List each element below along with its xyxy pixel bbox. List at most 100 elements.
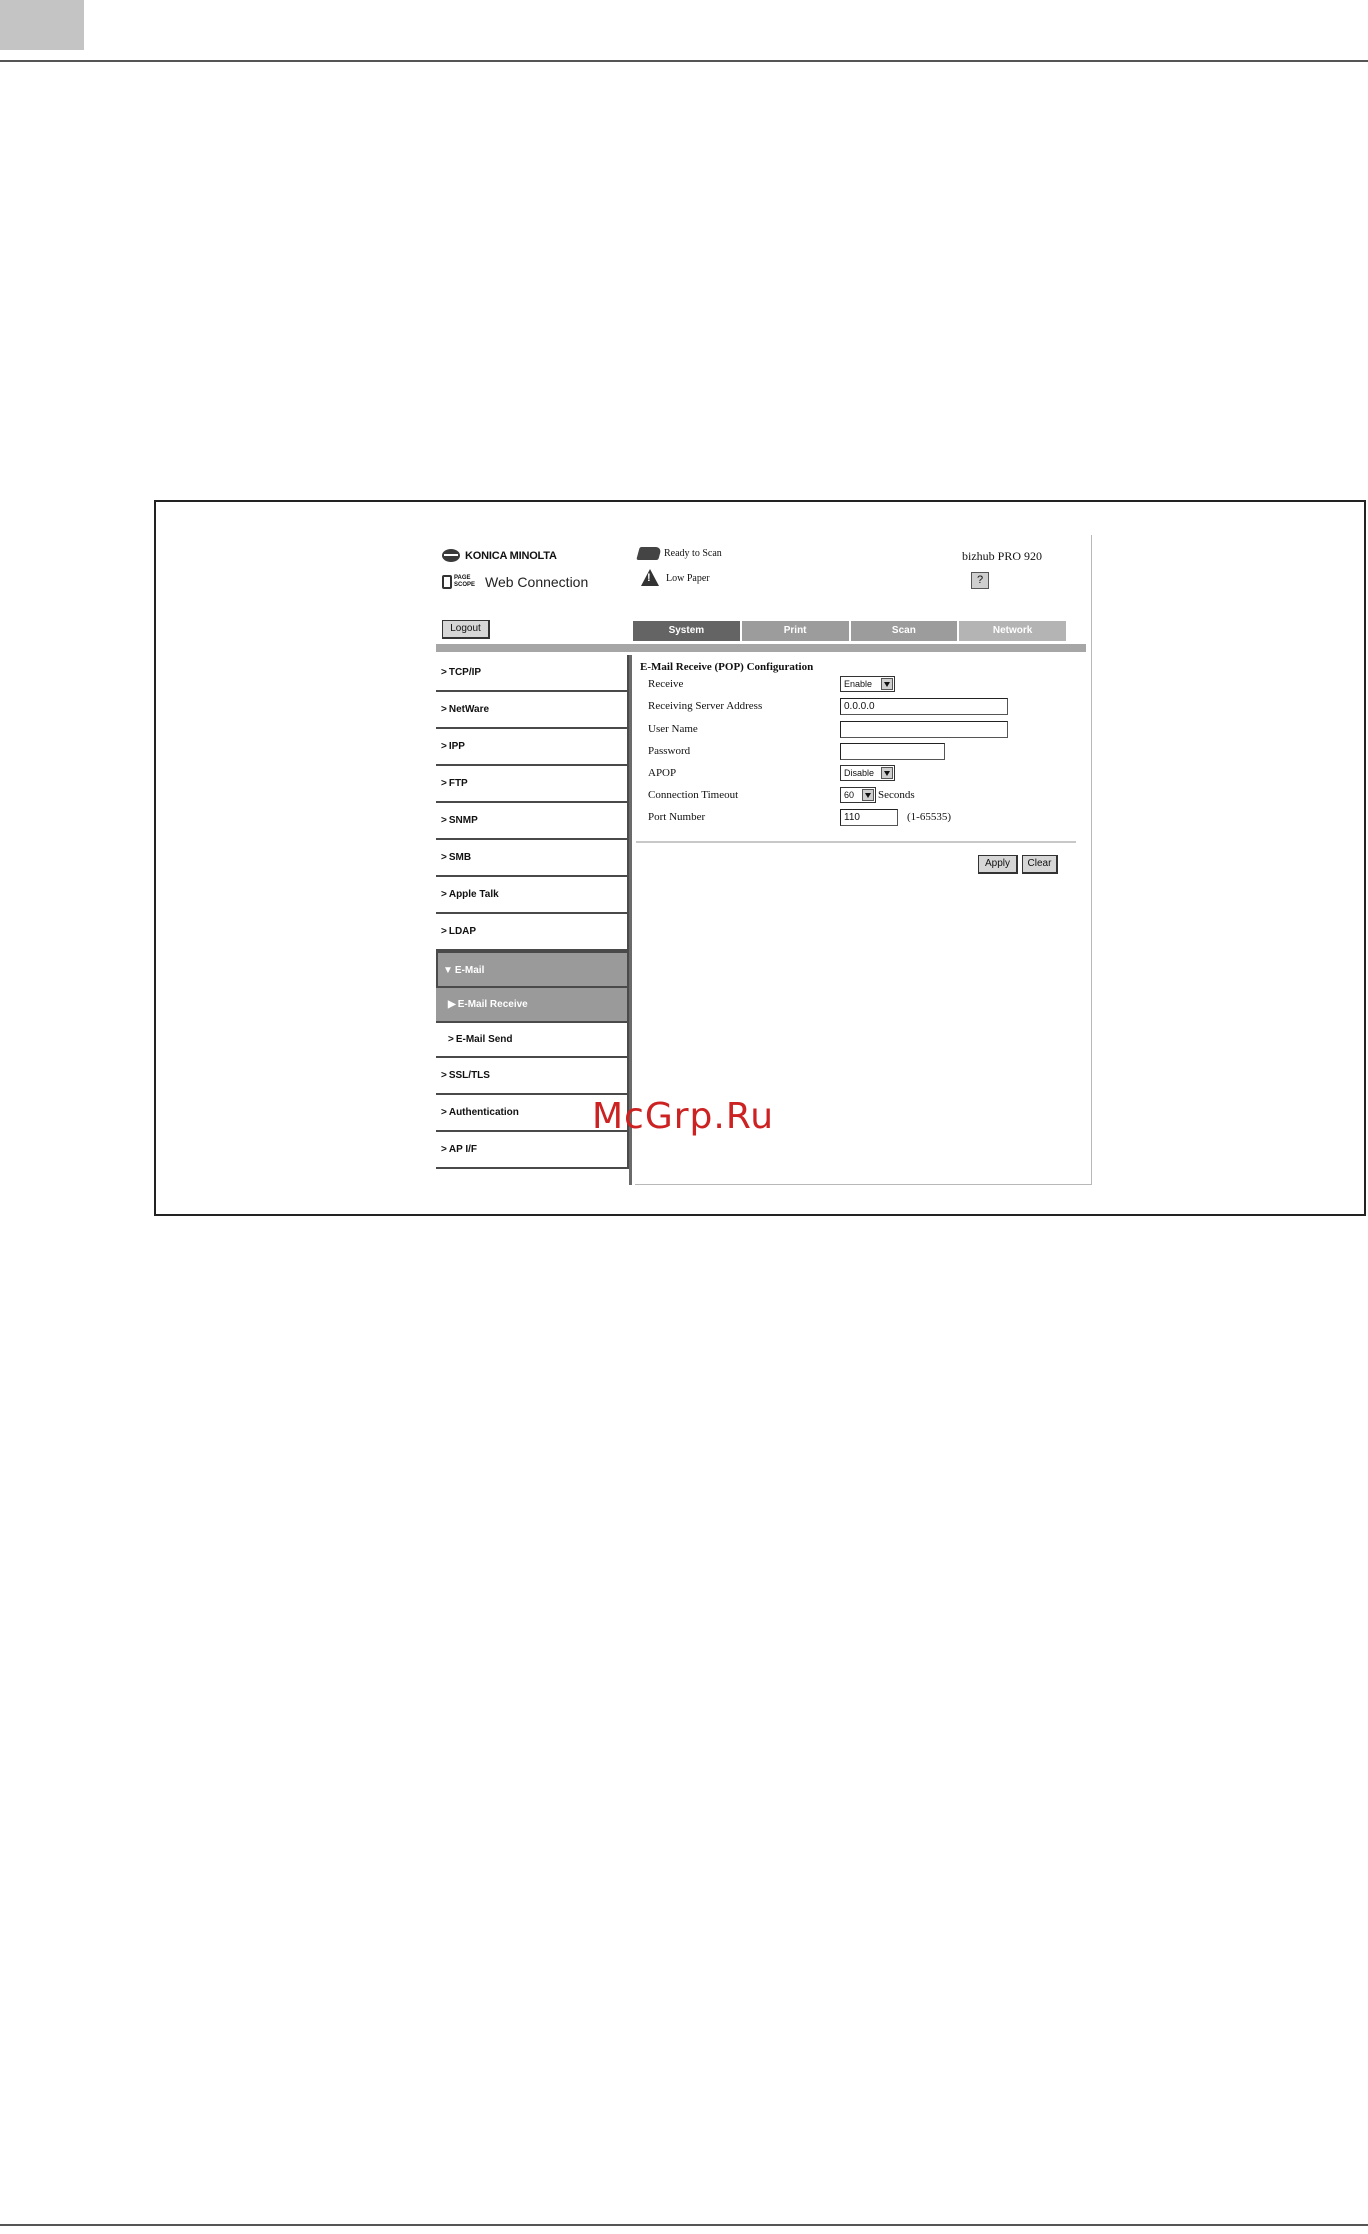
sidebar-item-label: NetWare (448, 704, 490, 715)
web-connection-screenshot: KONICA MINOLTA PAGE SCOPE Web Connection… (430, 535, 1092, 1185)
port-range-hint: (1-65535) (907, 811, 951, 823)
port-label: Port Number (648, 811, 706, 823)
page-corner-tab (0, 0, 84, 50)
tab-scan[interactable]: Scan (850, 621, 960, 641)
sidebar: > TCP/IP > NetWare > IPP > FTP > SNMP > SMB > A… (436, 655, 629, 1169)
chevron-right-icon: > (441, 704, 447, 715)
dropdown-arrow-icon (862, 789, 874, 801)
timeout-value: 60 (844, 790, 855, 800)
logout-button[interactable]: Logout (442, 620, 490, 639)
chevron-down-icon: ▼ (443, 965, 453, 976)
user-name-input[interactable] (840, 721, 1008, 738)
timeout-unit: Seconds (878, 789, 915, 801)
chevron-right-icon: > (441, 667, 447, 678)
page-top-rule (0, 60, 1368, 62)
server-label: Receiving Server Address (648, 700, 763, 712)
sidebar-item-appletalk[interactable]: > Apple Talk (436, 877, 629, 914)
sidebar-item-label: FTP (448, 778, 468, 789)
sidebar-item-ftp[interactable]: > FTP (436, 766, 629, 803)
sidebar-item-snmp[interactable]: > SNMP (436, 803, 629, 840)
sidebar-item-label: IPP (448, 741, 465, 752)
sidebar-item-label: SMB (448, 852, 472, 863)
tab-print[interactable]: Print (741, 621, 851, 641)
scanner-icon (636, 547, 662, 560)
sidebar-item-label: TCP/IP (448, 667, 482, 678)
receive-label: Receive (648, 678, 684, 690)
screenshot-right-edge (1091, 535, 1092, 1185)
sidebar-item-apif[interactable]: > AP I/F (436, 1132, 629, 1169)
apop-row: APOP Disable (648, 765, 1078, 783)
password-label: Password (648, 745, 691, 757)
sidebar-item-netware[interactable]: > NetWare (436, 692, 629, 729)
sidebar-item-label: AP I/F (448, 1144, 477, 1155)
chevron-right-icon: > (441, 1107, 447, 1118)
tab-network[interactable]: Network (959, 621, 1066, 641)
chevron-right-icon: > (441, 815, 447, 826)
timeout-label: Connection Timeout (648, 789, 739, 801)
server-address-input[interactable]: 0.0.0.0 (840, 698, 1008, 715)
status-ready: Ready to Scan (636, 547, 722, 560)
user-row: User Name (648, 721, 1078, 739)
chevron-right-icon: > (441, 1144, 447, 1155)
triangle-right-icon: ▶ (448, 999, 456, 1010)
page-bottom-rule (0, 2224, 1368, 2226)
status-paper-text: Low Paper (666, 572, 710, 584)
sidebar-item-ldap[interactable]: > LDAP (436, 914, 629, 951)
sidebar-item-label: Authentication (448, 1107, 519, 1118)
tab-system[interactable]: System (633, 621, 742, 641)
header-band (436, 644, 1086, 652)
screenshot-bottom-edge (635, 1184, 1092, 1185)
brand-logo: KONICA MINOLTA (442, 549, 557, 562)
sidebar-item-label: E-Mail Receive (457, 999, 528, 1010)
form-title: E-Mail Receive (POP) Configuration (640, 661, 814, 673)
sidebar-item-label: Apple Talk (448, 889, 499, 900)
password-row: Password (648, 743, 1078, 761)
sidebar-item-smb[interactable]: > SMB (436, 840, 629, 877)
sidebar-item-label: SSL/TLS (448, 1070, 490, 1081)
sidebar-item-email[interactable]: ▼ E-Mail (436, 951, 629, 988)
clear-button[interactable]: Clear (1022, 855, 1058, 874)
password-input[interactable] (840, 743, 945, 760)
port-row: Port Number 110 (1-65535) (648, 809, 1078, 827)
sidebar-item-label: E-Mail Send (455, 1034, 513, 1045)
sidebar-item-email-send[interactable]: > E-Mail Send (436, 1023, 629, 1058)
sidebar-item-ssltls[interactable]: > SSL/TLS (436, 1058, 629, 1095)
device-name: bizhub PRO 920 (962, 549, 1043, 563)
chevron-right-icon: > (441, 852, 447, 863)
status-paper: Low Paper (638, 569, 710, 587)
user-label: User Name (648, 723, 698, 735)
sidebar-item-label: LDAP (448, 926, 477, 937)
brand-name: KONICA MINOLTA (465, 549, 557, 562)
product-logo: PAGE SCOPE Web Connection (442, 573, 588, 591)
port-number-input[interactable]: 110 (840, 809, 898, 826)
product-name: Web Connection (485, 574, 589, 590)
pagescope-text: PAGE SCOPE (454, 575, 476, 588)
timeout-select[interactable]: 60 (840, 787, 876, 803)
apply-button[interactable]: Apply (978, 855, 1018, 874)
sidebar-item-label: SNMP (448, 815, 478, 826)
pagescope-icon: PAGE SCOPE (442, 573, 480, 591)
receive-select[interactable]: Enable (840, 676, 895, 692)
status-ready-text: Ready to Scan (664, 548, 722, 559)
sidebar-item-label: E-Mail (454, 965, 485, 976)
chevron-right-icon: > (441, 926, 447, 937)
chevron-right-icon: > (441, 889, 447, 900)
apop-select[interactable]: Disable (840, 765, 895, 781)
dropdown-arrow-icon (881, 767, 893, 779)
apop-value: Disable (844, 768, 875, 778)
main-tabs: System Print Scan Network (633, 621, 1066, 641)
sidebar-item-ipp[interactable]: > IPP (436, 729, 629, 766)
globe-icon (442, 549, 460, 562)
dropdown-arrow-icon (881, 678, 893, 690)
sidebar-item-email-receive[interactable]: ▶ E-Mail Receive (436, 988, 629, 1023)
form-divider (636, 841, 1076, 843)
server-row: Receiving Server Address 0.0.0.0 (648, 698, 1078, 716)
receive-row: Receive Enable (648, 676, 1078, 694)
chevron-right-icon: > (441, 778, 447, 789)
help-icon[interactable]: ? (971, 572, 989, 589)
watermark: McGrp.Ru (592, 1096, 775, 1137)
chevron-right-icon: > (441, 741, 447, 752)
chevron-right-icon: > (441, 1070, 447, 1081)
timeout-row: Connection Timeout 60 Seconds (648, 787, 1078, 805)
sidebar-item-tcpip[interactable]: > TCP/IP (436, 655, 629, 692)
